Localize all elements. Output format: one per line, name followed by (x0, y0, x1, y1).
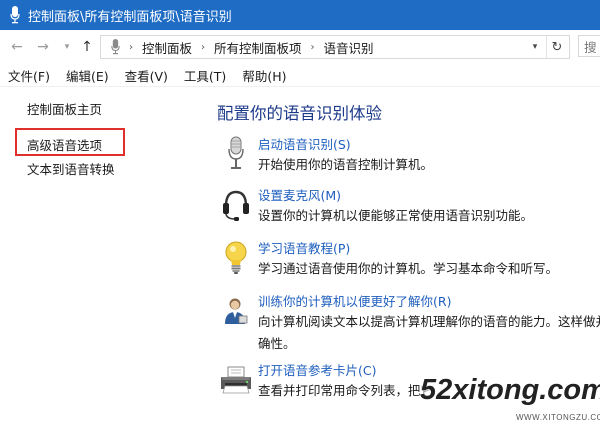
lightbulb-icon (218, 238, 254, 278)
menu-tools[interactable]: 工具(T) (182, 66, 228, 85)
menu-view[interactable]: 查看(V) (123, 66, 170, 85)
window-title: 控制面板\所有控制面板项\语音识别 (28, 9, 232, 25)
microphone-app-icon (8, 4, 22, 26)
task-start-speech-recognition: 启动语音识别(S) 开始使用你的语音控制计算机。 (218, 134, 600, 180)
train-computer-link[interactable]: 训练你的计算机以便更好了解你(R) (258, 291, 451, 310)
page-title: 配置你的语音识别体验 (217, 104, 382, 123)
sidebar-item-advanced-speech-options[interactable]: 高级语音选项 (27, 135, 102, 154)
title-bar: 控制面板\所有控制面板项\语音识别 (0, 0, 600, 30)
breadcrumb-control-panel[interactable]: 控制面板 (142, 38, 192, 57)
back-arrow-icon[interactable]: ← (8, 37, 26, 57)
task-speech-tutorial: 学习语音教程(P) 学习通过语音使用你的计算机。学习基本命令和听写。 (218, 238, 600, 284)
speech-reference-card-link[interactable]: 打开语音参考卡片(C) (258, 360, 376, 379)
task-set-up-microphone: 设置麦克风(M) 设置你的计算机以便能够正常使用语音识别功能。 (218, 185, 600, 231)
breadcrumb-speech-recognition[interactable]: 语音识别 (324, 38, 374, 57)
printer-icon (218, 360, 254, 400)
headset-icon (218, 185, 254, 225)
recent-locations-chevron-icon[interactable]: ▾ (58, 37, 76, 57)
microphone-icon (218, 134, 254, 174)
breadcrumb-all-items[interactable]: 所有控制面板项 (214, 38, 302, 57)
control-panel-window: 控制面板\所有控制面板项\语音识别 ← → ▾ ↑ › 控制面板 › 所有控制面… (0, 0, 600, 428)
microphone-small-icon (107, 37, 123, 57)
start-speech-recognition-link[interactable]: 启动语音识别(S) (258, 134, 351, 153)
site-watermark: 52xitong.com WWW.XITONGZU.COM (404, 370, 600, 428)
up-arrow-icon[interactable]: ↑ (78, 37, 96, 57)
breadcrumb-separator-icon[interactable]: › (129, 42, 133, 53)
set-up-microphone-link[interactable]: 设置麦克风(M) (258, 185, 341, 204)
menu-edit[interactable]: 编辑(E) (64, 66, 111, 85)
menu-file[interactable]: 文件(F) (6, 66, 52, 85)
breadcrumb-separator-icon[interactable]: › (201, 42, 205, 53)
train-computer-description-continued: 确性。 (258, 336, 296, 351)
speech-tutorial-link[interactable]: 学习语音教程(P) (258, 238, 350, 257)
search-input[interactable]: 搜 (578, 35, 600, 57)
menu-bar: 文件(F) 编辑(E) 查看(V) 工具(T) 帮助(H) (0, 64, 600, 87)
refresh-icon[interactable]: ↻ (546, 36, 567, 58)
watermark-logo-text: 52xitong.com (420, 374, 600, 406)
search-placeholder: 搜 (584, 39, 597, 55)
navigation-bar: ← → ▾ ↑ › 控制面板 › 所有控制面板项 › 语音识别 ▾ ↻ 搜 (0, 30, 600, 64)
user-training-icon (218, 291, 254, 331)
menu-help[interactable]: 帮助(H) (240, 66, 288, 85)
sidebar-item-control-panel-home[interactable]: 控制面板主页 (27, 99, 102, 118)
address-dropdown-chevron-icon[interactable]: ▾ (527, 36, 543, 58)
left-navigation-pane: 控制面板主页 高级语音选项 文本到语音转换 (0, 87, 200, 428)
train-computer-description: 向计算机阅读文本以提高计算机理解你的语音的能力。这样做并不 (258, 314, 600, 329)
sidebar-item-text-to-speech[interactable]: 文本到语音转换 (27, 159, 115, 178)
task-train-computer: 训练你的计算机以便更好了解你(R) 向计算机阅读文本以提高计算机理解你的语音的能… (218, 291, 600, 351)
breadcrumb-separator-icon[interactable]: › (311, 42, 315, 53)
start-speech-recognition-description: 开始使用你的语音控制计算机。 (258, 157, 434, 172)
address-bar[interactable]: › 控制面板 › 所有控制面板项 › 语音识别 ▾ ↻ (100, 35, 570, 59)
watermark-url-text: WWW.XITONGZU.COM (516, 413, 600, 422)
forward-arrow-icon[interactable]: → (34, 37, 52, 57)
set-up-microphone-description: 设置你的计算机以便能够正常使用语音识别功能。 (258, 208, 534, 223)
speech-tutorial-description: 学习通过语音使用你的计算机。学习基本命令和听写。 (258, 261, 559, 276)
